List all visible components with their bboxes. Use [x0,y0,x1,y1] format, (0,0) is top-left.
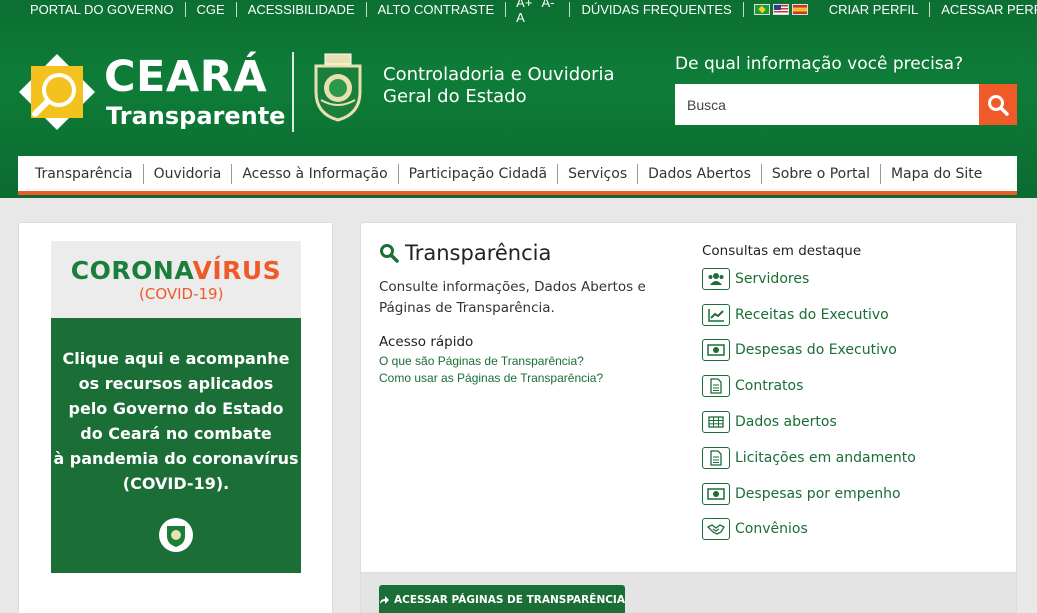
consult-label: Licitações em andamento [735,449,916,466]
featured-consults: Consultas em destaque Servidores Receita… [702,243,1002,547]
chart-icon [702,303,730,326]
font-reset-button[interactable]: A [516,10,525,25]
consult-label: Dados abertos [735,414,837,431]
consult-contratos[interactable]: Contratos [702,368,1002,404]
consult-label: Despesas por empenho [735,485,901,502]
quick-link-how-to-use[interactable]: Como usar as Páginas de Transparência? [379,370,603,387]
quick-access-title: Acesso rápido [379,334,474,350]
coat-of-arms-icon [311,52,365,122]
spain-flag-icon[interactable] [791,4,808,15]
logo-icon[interactable] [17,52,97,132]
consult-label: Servidores [735,270,810,287]
banner-title: CORONAVÍRUS [70,256,282,285]
document-icon [702,446,730,469]
faq-link[interactable]: DÚVIDAS FREQUENTES [569,2,742,17]
banner-body: Clique aqui e acompanhe os recursos apli… [51,318,301,573]
transparency-card: Transparência Consulte informações, Dado… [360,222,1017,573]
banner-text: Clique aqui e acompanhe os recursos apli… [53,349,299,493]
acessar-perfil-link[interactable]: ACESSAR PERFIL [930,2,1037,17]
logo-title: CEARÁ [104,52,268,102]
quick-access-links: O que são Páginas de Transparência? Como… [379,353,603,387]
consult-label: Contratos [735,378,804,395]
money-icon [702,482,730,505]
quick-link-what-are[interactable]: O que são Páginas de Transparência? [379,353,603,370]
consult-despesas-empenho[interactable]: Despesas por empenho [702,476,1002,512]
banner-subtitle: (COVID-19) [139,285,224,303]
nav-servicos[interactable]: Serviços [558,163,639,184]
consult-label: Convênios [735,521,808,538]
criar-perfil-link[interactable]: CRIAR PERFIL [818,2,931,17]
top-bar: PORTAL DO GOVERNO CGE ACESSIBILIDADE ALT… [18,0,1037,25]
section-description: Consulte informações, Dados Abertos e Pá… [379,279,646,316]
nav-sobre-portal[interactable]: Sobre o Portal [762,163,881,184]
consults-title: Consultas em destaque [702,243,862,259]
access-transparency-button[interactable]: ACESSAR PÁGINAS DE TRANSPARÊNCIA [379,585,625,613]
document-icon [702,375,730,398]
nav-ouvidoria[interactable]: Ouvidoria [144,163,233,184]
portal-governo-link[interactable]: PORTAL DO GOVERNO [18,2,186,17]
nav-participacao-cidada[interactable]: Participação Cidadã [399,163,559,184]
consult-servidores[interactable]: Servidores [702,261,1002,297]
logo-subtitle: Transparente [106,102,286,130]
section-title: Transparência [379,241,551,265]
alto-contraste-link[interactable]: ALTO CONTRASTE [367,2,507,17]
main-nav: Transparência Ouvidoria Acesso à Informa… [18,156,1017,195]
font-increase-button[interactable]: A+ [516,0,532,10]
profile-links: CRIAR PERFIL ACESSAR PERFIL [818,2,1037,17]
nav-mapa-site[interactable]: Mapa do Site [881,164,992,184]
language-flags [742,2,818,17]
consult-dados-abertos[interactable]: Dados abertos [702,404,1002,440]
consult-receitas[interactable]: Receitas do Executivo [702,297,1002,333]
consult-label: Despesas do Executivo [735,342,897,359]
government-seal-icon [159,518,193,552]
nav-dados-abertos[interactable]: Dados Abertos [638,163,762,184]
covid-card: CORONAVÍRUS (COVID-19) Clique aqui e aco… [18,222,333,613]
cge-link[interactable]: CGE [186,2,237,17]
consult-convenios[interactable]: Convênios [702,512,1002,548]
handshake-icon [702,518,730,541]
usa-flag-icon[interactable] [772,4,789,15]
acessibilidade-link[interactable]: ACESSIBILIDADE [237,2,367,17]
org-name: Controladoria e Ouvidoria Geral do Estad… [383,64,615,107]
covid-banner[interactable]: CORONAVÍRUS (COVID-19) Clique aqui e aco… [51,241,301,573]
banner-header: CORONAVÍRUS (COVID-19) [51,241,301,318]
brazil-flag-icon[interactable] [753,4,770,15]
nav-transparencia[interactable]: Transparência [18,163,144,184]
users-icon [702,267,730,290]
search-icon [379,243,399,263]
consult-licitacoes[interactable]: Licitações em andamento [702,440,1002,476]
site-header: PORTAL DO GOVERNO CGE ACESSIBILIDADE ALT… [0,0,1037,198]
share-arrow-icon [380,596,390,604]
search-label: De qual informação você precisa? [675,54,964,74]
money-icon [702,339,730,362]
logo-divider [292,52,294,132]
consult-despesas[interactable]: Despesas do Executivo [702,333,1002,369]
search-button[interactable] [979,84,1017,125]
font-decrease-button[interactable]: A- [541,0,554,10]
search-input[interactable] [675,84,979,125]
section-title-text: Transparência [405,241,552,265]
font-size-controls: A+ A- A [506,0,569,25]
table-icon [702,411,730,434]
consult-label: Receitas do Executivo [735,306,889,323]
search-icon [988,94,1009,116]
access-button-label: ACESSAR PÁGINAS DE TRANSPARÊNCIA [394,594,625,606]
nav-acesso-informacao[interactable]: Acesso à Informação [232,163,399,184]
